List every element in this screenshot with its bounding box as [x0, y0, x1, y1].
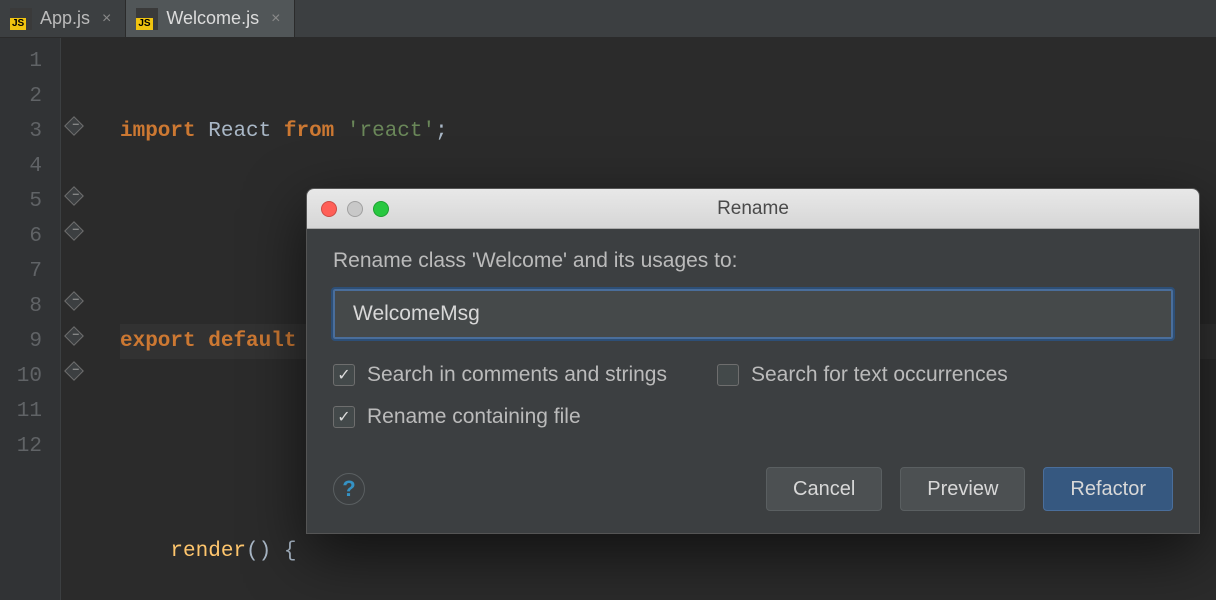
minimize-window-icon [347, 201, 363, 217]
checkbox-rename-file[interactable]: ✓ Rename containing file [333, 405, 581, 429]
dialog-body: Rename class 'Welcome' and its usages to… [307, 229, 1199, 533]
tab-welcome-js[interactable]: Welcome.js × [126, 0, 295, 37]
help-button[interactable]: ? [333, 473, 365, 505]
dialog-title: Rename [307, 198, 1199, 220]
checkbox-icon [717, 364, 739, 386]
checkbox-icon: ✓ [333, 406, 355, 428]
close-window-icon[interactable] [321, 201, 337, 217]
checkbox-label: Rename containing file [367, 405, 581, 429]
checkbox-label: Search for text occurrences [751, 363, 1008, 387]
checkbox-search-text[interactable]: Search for text occurrences [717, 363, 1008, 387]
close-icon[interactable]: × [102, 10, 111, 28]
rename-dialog: Rename Rename class 'Welcome' and its us… [306, 188, 1200, 534]
tab-label: App.js [40, 8, 90, 29]
tab-label: Welcome.js [166, 8, 259, 29]
preview-button[interactable]: Preview [900, 467, 1025, 511]
zoom-window-icon[interactable] [373, 201, 389, 217]
close-icon[interactable]: × [271, 10, 280, 28]
js-file-icon [10, 8, 32, 30]
tab-app-js[interactable]: App.js × [0, 0, 126, 37]
window-controls [321, 201, 389, 217]
refactor-button[interactable]: Refactor [1043, 467, 1173, 511]
rename-prompt: Rename class 'Welcome' and its usages to… [333, 249, 1173, 273]
checkbox-label: Search in comments and strings [367, 363, 667, 387]
checkbox-search-comments[interactable]: ✓ Search in comments and strings [333, 363, 667, 387]
fold-marker-icon[interactable] [64, 291, 84, 311]
editor-tabs: App.js × Welcome.js × [0, 0, 1216, 38]
code-line: render() { [120, 534, 1216, 569]
checkbox-icon: ✓ [333, 364, 355, 386]
fold-marker-icon[interactable] [64, 221, 84, 241]
fold-gutter [60, 38, 100, 600]
cancel-button[interactable]: Cancel [766, 467, 882, 511]
fold-marker-icon[interactable] [64, 361, 84, 381]
fold-marker-icon[interactable] [64, 326, 84, 346]
line-number-gutter: 1 2 3 4 5 6 7 8 9 10 11 12 [0, 38, 60, 600]
js-file-icon [136, 8, 158, 30]
code-line: import React from 'react'; [120, 114, 1216, 149]
dialog-titlebar[interactable]: Rename [307, 189, 1199, 229]
fold-marker-icon[interactable] [64, 186, 84, 206]
rename-input[interactable] [333, 289, 1173, 339]
fold-marker-icon[interactable] [64, 116, 84, 136]
